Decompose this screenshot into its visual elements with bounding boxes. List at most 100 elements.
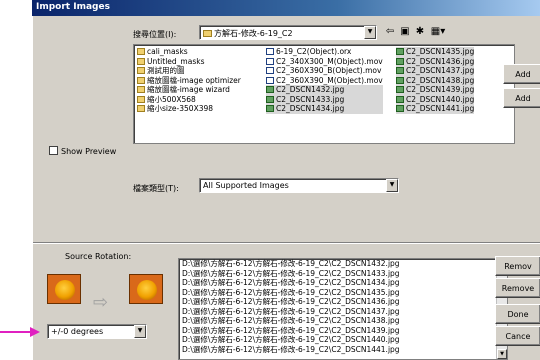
file-name: C2_360X390_M(Object).mov (276, 75, 383, 85)
file-item[interactable]: 測試用的圖 (137, 66, 241, 76)
view-menu-icon[interactable]: ▦▾ (428, 26, 448, 38)
file-item[interactable]: C2_DSCN1440.jpg (396, 94, 475, 104)
file-item[interactable]: C2_360X390_M(Object).mov (266, 76, 383, 86)
right-arrow-icon: ⇨ (93, 292, 109, 313)
file-item[interactable]: C2_340X300_M(Object).mov (266, 57, 383, 67)
image-file-icon (396, 95, 404, 103)
list-item[interactable]: D:\選修\方解石-6-12\方解石-修改-6-19_C2\C2_DSCN143… (179, 259, 507, 269)
show-preview-checkbox[interactable] (49, 146, 58, 155)
image-file-icon (266, 86, 274, 94)
file-item[interactable]: 縮小500X568 (137, 95, 241, 105)
file-name: 縮放圖檔-image optimizer (147, 75, 241, 85)
file-item[interactable]: C2_DSCN1437.jpg (396, 66, 475, 76)
file-item[interactable]: C2_DSCN1432.jpg (266, 85, 383, 95)
filetype-label: 檔案類型(T): (133, 184, 179, 193)
file-name: 縮小size-350X398 (147, 104, 214, 113)
import-images-dialog: 搜尋位置(I): 方解石-修改-6-19_C2 ▼ ⇦ ▣ ✱ ▦▾ cali_… (32, 16, 540, 360)
filetype-combo[interactable]: All Supported Images ▼ (199, 178, 399, 193)
lookin-combo[interactable]: 方解石-修改-6-19_C2 ▼ (199, 25, 377, 40)
file-name: C2_DSCN1438.jpg (406, 75, 475, 85)
image-file-icon (396, 76, 404, 84)
chevron-down-icon[interactable]: ▼ (364, 26, 376, 39)
file-item[interactable]: C2_DSCN1435.jpg (396, 47, 475, 57)
selected-files-list[interactable]: D:\選修\方解石-6-12\方解石-修改-6-19_C2\C2_DSCN143… (178, 258, 508, 360)
file-name: C2_DSCN1441.jpg (406, 104, 475, 113)
file-name: cali_masks (147, 47, 188, 56)
image-file-icon (396, 67, 404, 75)
list-item[interactable]: D:\選修\方解石-6-12\方解石-修改-6-19_C2\C2_DSCN144… (179, 345, 507, 355)
folder-icon (137, 57, 145, 65)
file-item[interactable]: C2_DSCN1439.jpg (396, 85, 475, 95)
chevron-down-icon[interactable]: ▼ (134, 325, 146, 338)
rotation-value: +/-0 degrees (51, 327, 104, 336)
selected-paths: D:\選修\方解石-6-12\方解石-修改-6-19_C2\C2_DSCN143… (179, 259, 507, 354)
cancel-button[interactable]: Cance (495, 326, 540, 346)
image-file-icon (396, 48, 404, 56)
file-item[interactable]: C2_DSCN1434.jpg (266, 104, 383, 114)
list-item[interactable]: D:\選修\方解石-6-12\方解石-修改-6-19_C2\C2_DSCN143… (179, 288, 507, 298)
list-item[interactable]: D:\選修\方解石-6-12\方解石-修改-6-19_C2\C2_DSCN143… (179, 316, 507, 326)
file-name: C2_DSCN1435.jpg (406, 47, 475, 56)
file-item[interactable]: cali_masks (137, 47, 241, 57)
file-item[interactable]: 縮放圖檔-image wizard (137, 85, 241, 95)
remove-button[interactable]: Remov (495, 256, 540, 276)
file-name: 縮小500X568 (147, 94, 196, 104)
document-icon (266, 67, 274, 75)
file-name: C2_360X390_B(Object).mov (276, 66, 382, 75)
folder-icon (203, 30, 212, 37)
file-name: C2_DSCN1439.jpg (406, 85, 475, 94)
file-item[interactable]: Untitled_masks (137, 57, 241, 67)
file-column-2: 6-19_C2(Object).orx C2_340X300_M(Object).… (266, 47, 383, 114)
list-item[interactable]: D:\選修\方解石-6-12\方解石-修改-6-19_C2\C2_DSCN143… (179, 297, 507, 307)
lookin-value: 方解石-修改-6-19_C2 (214, 29, 293, 38)
lookin-label: 搜尋位置(I): (133, 30, 177, 39)
done-button[interactable]: Done (495, 304, 540, 324)
file-name: 縮放圖檔-image wizard (147, 85, 230, 94)
list-item[interactable]: D:\選修\方解石-6-12\方解石-修改-6-19_C2\C2_DSCN144… (179, 335, 507, 345)
mineral-image (137, 280, 157, 300)
file-column-3: C2_DSCN1435.jpg C2_DSCN1436.jpg C2_DSCN143… (396, 47, 475, 114)
rotation-combo[interactable]: +/-0 degrees ▼ (47, 324, 147, 339)
file-item[interactable]: 縮小size-350X398 (137, 104, 241, 114)
source-thumbnail (47, 274, 81, 304)
document-icon (266, 57, 274, 65)
mineral-image (55, 280, 75, 300)
file-item[interactable]: C2_DSCN1436.jpg (396, 56, 475, 66)
file-list[interactable]: cali_masks Untitled_masks 測試用的圖 縮放圖檔-image … (133, 44, 515, 144)
file-item[interactable]: C2_DSCN1438.jpg (396, 75, 475, 85)
image-file-icon (396, 57, 404, 65)
add-button[interactable]: Add (503, 64, 540, 84)
rotation-label: Source Rotation: (65, 252, 132, 261)
list-item[interactable]: D:\選修\方解石-6-12\方解石-修改-6-19_C2\C2_DSCN143… (179, 326, 507, 336)
image-file-icon (396, 105, 404, 113)
remove-all-button[interactable]: Remove (495, 278, 540, 298)
pointer-arrow-icon (0, 327, 40, 337)
file-name: C2_DSCN1432.jpg (276, 85, 345, 94)
file-item[interactable]: C2_360X390_B(Object).mov (266, 66, 383, 76)
file-item[interactable]: 縮放圖檔-image optimizer (137, 76, 241, 86)
filetype-value: All Supported Images (203, 181, 289, 190)
file-name: 測試用的圖 (147, 66, 185, 75)
scroll-down-icon[interactable]: ▼ (497, 349, 507, 359)
file-item[interactable]: 6-19_C2(Object).orx (266, 47, 383, 57)
folder-icon (137, 48, 145, 56)
new-folder-icon[interactable]: ✱ (413, 26, 427, 38)
image-file-icon (396, 86, 404, 94)
image-file-icon (266, 105, 274, 113)
back-arrow-icon[interactable]: ⇦ (383, 26, 397, 38)
add-all-button[interactable]: Add (503, 88, 540, 108)
chevron-down-icon[interactable]: ▼ (386, 179, 398, 192)
file-name: C2_DSCN1434.jpg (276, 104, 345, 113)
file-item[interactable]: C2_DSCN1433.jpg (266, 94, 383, 104)
list-item[interactable]: D:\選修\方解石-6-12\方解石-修改-6-19_C2\C2_DSCN143… (179, 269, 507, 279)
document-icon (266, 76, 274, 84)
window-titlebar[interactable]: Import Images (32, 0, 540, 16)
show-preview-label: Show Preview (61, 147, 117, 156)
list-item[interactable]: D:\選修\方解石-6-12\方解石-修改-6-19_C2\C2_DSCN143… (179, 307, 507, 317)
folder-icon (137, 76, 145, 84)
up-folder-icon[interactable]: ▣ (398, 26, 412, 38)
file-item[interactable]: C2_DSCN1441.jpg (396, 104, 475, 114)
list-item[interactable]: D:\選修\方解石-6-12\方解石-修改-6-19_C2\C2_DSCN143… (179, 278, 507, 288)
file-name: Untitled_masks (147, 56, 205, 66)
rotated-thumbnail (129, 274, 163, 304)
